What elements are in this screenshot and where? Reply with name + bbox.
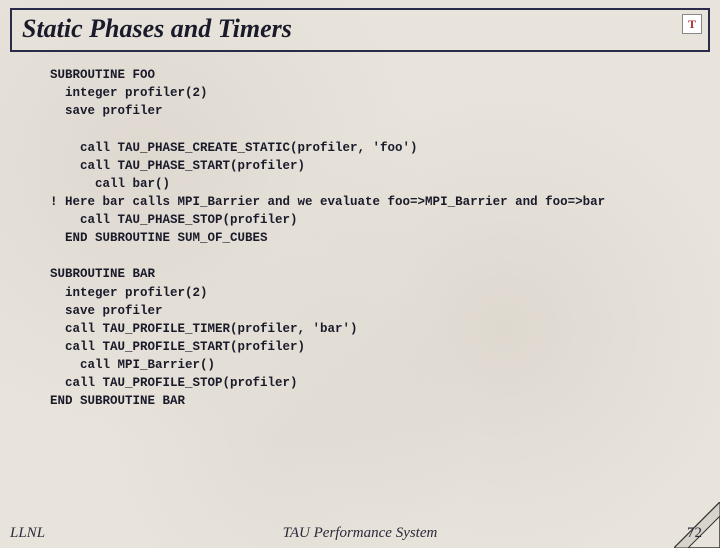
tau-logo: T (682, 14, 702, 34)
title-bar: Static Phases and Timers T (10, 8, 710, 52)
code-block: SUBROUTINE FOO integer profiler(2) save … (50, 66, 690, 410)
footer-left: LLNL (10, 525, 45, 542)
page-title: Static Phases and Timers (22, 14, 698, 44)
footer-center: TAU Performance System (283, 525, 438, 542)
page-number: 72 (687, 525, 702, 542)
footer: LLNL TAU Performance System 72 (0, 525, 720, 542)
